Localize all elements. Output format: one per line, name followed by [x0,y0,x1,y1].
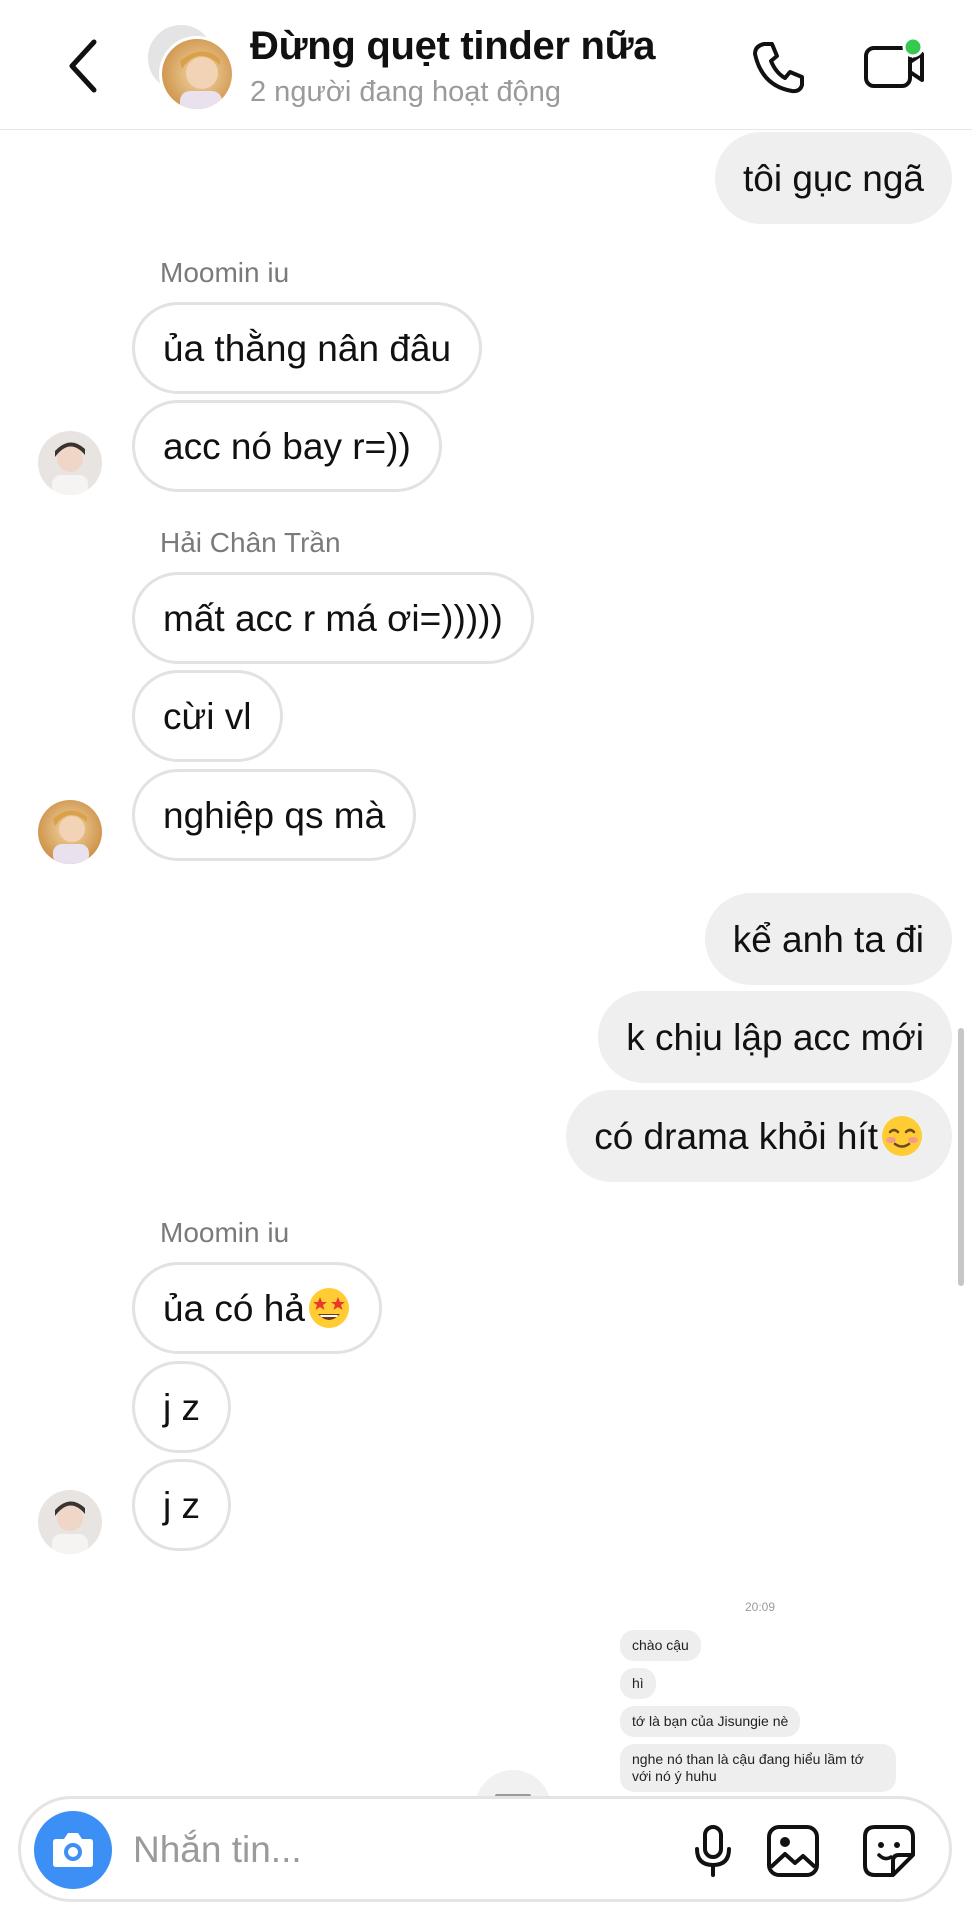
screenshot-message: chào cậu [620,1630,701,1661]
message-input[interactable]: Nhắn tin... [133,1829,302,1871]
screenshot-time: 20:09 [745,1600,776,1614]
message-in[interactable]: mất acc r má ơi=))))) [132,572,534,664]
sticker-button[interactable] [859,1821,919,1881]
chat-header: Đừng quẹt tinder nữa 2 người đang hoạt đ… [0,0,972,130]
message-in[interactable]: acc nó bay r=)) [132,400,442,492]
message-in[interactable]: ủa thằng nân đâu [132,302,483,394]
message-out[interactable]: có drama khỏi hít [566,1090,952,1182]
sender-name: Hải Chân Trần [160,527,341,558]
video-camera-icon [864,36,924,88]
sender-name: Moomin iu [160,257,290,288]
gallery-icon [767,1825,819,1877]
online-dot [902,36,924,58]
audio-call-button[interactable] [750,38,808,96]
sticker-icon [863,1825,915,1877]
chat-title[interactable]: Đừng quẹt tinder nữa [250,24,656,69]
camera-icon [53,1833,93,1867]
phone-icon [753,42,804,94]
message-in[interactable]: ủa có hả [132,1262,382,1354]
avatar[interactable] [38,800,102,864]
message-out[interactable]: kể anh ta đi [704,893,952,985]
avatar[interactable] [38,1490,102,1554]
scrollbar[interactable] [958,1028,964,1286]
avatar[interactable] [38,431,102,495]
message-in[interactable]: cừi vl [132,670,283,762]
microphone-icon [695,1825,731,1877]
shared-screenshot[interactable]: 20:09 chào cậu hì tớ là bạn của Jisungie… [610,1592,930,1792]
message-in[interactable]: j z [132,1459,231,1551]
sender-name: Moomin iu [160,1217,290,1248]
screenshot-message: tớ là bạn của Jisungie nè [620,1706,801,1737]
screenshot-message: nghe nó than là cậu đang hiểu lầm tớ với… [620,1744,896,1792]
camera-button[interactable] [34,1811,112,1889]
video-call-button[interactable] [862,36,928,96]
avatar-front [159,36,235,112]
microphone-button[interactable] [683,1821,743,1881]
message-out[interactable]: tôi gục ngã [714,132,952,224]
screenshot-message: hì [620,1668,656,1699]
gallery-button[interactable] [763,1821,823,1881]
message-out[interactable]: k chịu lập acc mới [598,991,952,1083]
chevron-left-icon [69,39,97,93]
active-status: 2 người đang hoạt động [250,76,561,108]
back-button[interactable] [60,36,110,96]
group-avatar[interactable] [145,22,235,112]
message-composer: Nhắn tin... [18,1796,952,1902]
message-in[interactable]: j z [132,1361,231,1453]
smiling-blush-emoji [882,1116,922,1156]
message-in[interactable]: nghiệp qs mà [132,769,417,861]
star-struck-emoji [308,1288,349,1328]
